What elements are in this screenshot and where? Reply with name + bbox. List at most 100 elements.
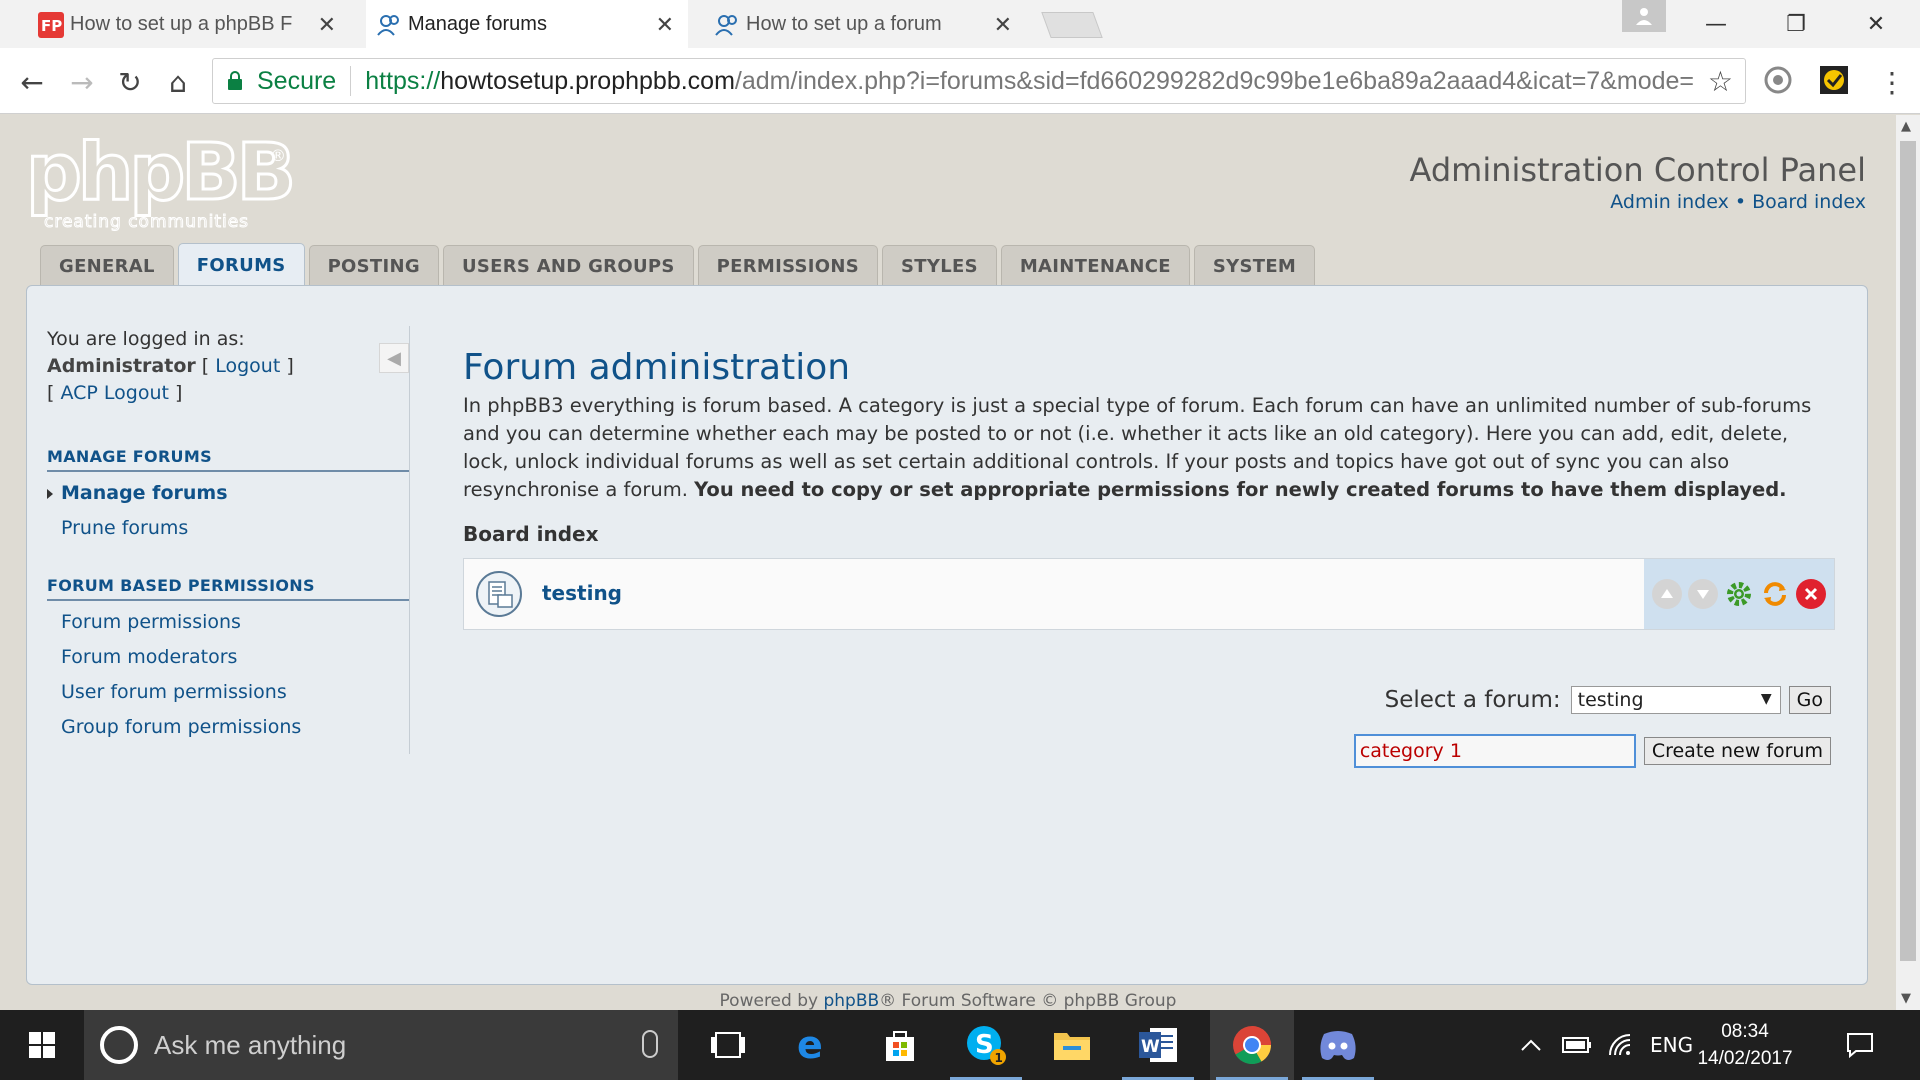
scrollbar-thumb[interactable]	[1900, 141, 1916, 961]
tab-title: Manage forums	[408, 12, 547, 35]
clock-date: 14/02/2017	[1697, 1048, 1793, 1069]
collapse-sidebar-icon[interactable]: ◀	[379, 343, 409, 373]
tab-users-and-groups[interactable]: USERS AND GROUPS	[442, 245, 694, 287]
breadcrumb: Board index	[463, 522, 599, 546]
tab-manage-forums[interactable]: Manage forums ✕	[366, 0, 688, 48]
move-up-icon[interactable]	[1652, 579, 1682, 609]
close-window-icon[interactable]: ✕	[1836, 0, 1916, 48]
url-text[interactable]: https://howtosetup.prophpbb.com/adm/inde…	[365, 67, 1695, 96]
omnibox-divider	[350, 66, 352, 96]
language-indicator[interactable]: ENG	[1650, 1010, 1693, 1080]
bookmark-star-icon[interactable]: ☆	[1708, 65, 1733, 98]
forward-arrow-icon[interactable]: →	[64, 64, 100, 100]
skype-icon[interactable]: S1	[944, 1010, 1028, 1080]
show-hidden-icons-chevron[interactable]	[1520, 1010, 1542, 1080]
sidebar-item-forum-permissions[interactable]: Forum permissions	[47, 605, 409, 640]
file-explorer-icon[interactable]	[1030, 1010, 1114, 1080]
sidebar-item-prune-forums[interactable]: Prune forums	[47, 511, 409, 546]
create-new-forum-button[interactable]: Create new forum	[1643, 737, 1831, 765]
wifi-icon[interactable]	[1608, 1010, 1636, 1080]
windows-start-icon[interactable]	[0, 1010, 84, 1080]
acp-sidebar: You are logged in as: Administrator [ Lo…	[47, 326, 409, 745]
cortana-search-box[interactable]: Ask me anything	[84, 1010, 678, 1080]
minimize-icon[interactable]: —	[1676, 0, 1756, 48]
back-arrow-icon[interactable]: ←	[14, 64, 50, 100]
acp-header-links: Admin index • Board index	[1610, 191, 1866, 213]
sidebar-item-group-forum-permissions[interactable]: Group forum permissions	[47, 710, 409, 745]
admin-index-link[interactable]: Admin index	[1610, 191, 1729, 213]
vertical-scrollbar[interactable]: ▲ ▼	[1896, 115, 1920, 1010]
move-down-icon[interactable]	[1688, 579, 1718, 609]
norton-extension-icon[interactable]	[1818, 64, 1850, 96]
tab-styles[interactable]: STYLES	[882, 245, 997, 287]
word-icon[interactable]: W	[1116, 1010, 1200, 1080]
sidebar-item-label: Manage forums	[61, 482, 228, 504]
acp-main-panel: You are logged in as: Administrator [ Lo…	[26, 285, 1868, 985]
tab-posting[interactable]: POSTING	[308, 245, 439, 287]
active-bullet-icon	[47, 489, 53, 499]
select-forum-label: Select a forum:	[1384, 687, 1561, 713]
sidebar-item-user-forum-permissions[interactable]: User forum permissions	[47, 675, 409, 710]
discord-icon[interactable]	[1296, 1010, 1380, 1080]
page-title: Forum administration	[463, 347, 851, 388]
scroll-up-icon[interactable]: ▲	[1901, 119, 1911, 134]
tab-system[interactable]: SYSTEM	[1193, 245, 1316, 287]
intro-paragraph: In phpBB3 everything is forum based. A c…	[463, 392, 1823, 504]
forum-name-link[interactable]: testing	[542, 581, 622, 605]
edge-browser-icon[interactable]: e	[772, 1010, 856, 1080]
secure-indicator[interactable]: Secure	[213, 67, 336, 96]
acp-nav-tabs: GENERAL FORUMS POSTING USERS AND GROUPS …	[40, 243, 1316, 287]
tab-forums[interactable]: FORUMS	[177, 243, 305, 287]
new-tab-button[interactable]	[1041, 12, 1103, 38]
go-button[interactable]: Go	[1788, 686, 1831, 714]
phpbb-logo[interactable]: phpBB ® creating communities	[24, 133, 295, 243]
page-footer: Powered by phpBB® Forum Software © phpBB…	[0, 991, 1896, 1010]
microphone-icon[interactable]	[642, 1030, 658, 1058]
chrome-icon[interactable]	[1210, 1010, 1294, 1080]
close-tab-icon[interactable]: ✕	[656, 12, 674, 38]
acp-logout-link[interactable]: ACP Logout	[60, 382, 168, 404]
settings-gear-icon[interactable]	[1724, 579, 1754, 609]
extension-icon[interactable]	[1762, 64, 1794, 96]
menu-kebab-icon[interactable]: ⋮	[1874, 64, 1910, 100]
task-view-icon[interactable]	[686, 1010, 770, 1080]
forum-select[interactable]: testing ▼	[1570, 686, 1781, 714]
menu-heading-manage-forums: MANAGE FORUMS	[47, 447, 409, 472]
sidebar-item-forum-moderators[interactable]: Forum moderators	[47, 640, 409, 675]
svg-text:phpBB: phpBB	[26, 133, 292, 218]
home-icon[interactable]: ⌂	[160, 64, 196, 100]
sidebar-item-manage-forums[interactable]: Manage forums	[47, 476, 409, 511]
close-tab-icon[interactable]: ✕	[318, 12, 336, 38]
taskbar-clock[interactable]: 08:34 14/02/2017	[1690, 1018, 1800, 1072]
delete-icon[interactable]	[1796, 579, 1826, 609]
scroll-down-icon[interactable]: ▼	[1901, 991, 1911, 1006]
board-index-link[interactable]: Board index	[1752, 191, 1866, 213]
new-forum-name-input[interactable]: category 1	[1353, 734, 1636, 768]
tab-title: How to set up a phpBB F	[70, 12, 293, 35]
restore-icon[interactable]: ❐	[1756, 0, 1836, 48]
tab-setup-forum[interactable]: How to set up a forum ✕	[704, 0, 1026, 48]
reload-icon[interactable]: ↻	[112, 64, 148, 100]
cortana-icon	[100, 1026, 138, 1064]
search-placeholder: Ask me anything	[154, 1029, 347, 1060]
svg-text:e: e	[797, 1026, 823, 1064]
tab-maintenance[interactable]: MAINTENANCE	[1000, 245, 1190, 287]
logged-in-label: You are logged in as:	[47, 328, 245, 350]
acp-title: Administration Control Panel	[1409, 151, 1867, 189]
profile-icon[interactable]	[1622, 0, 1666, 32]
select-forum-row: Select a forum: testing ▼ Go	[1385, 686, 1831, 714]
address-bar[interactable]: Secure https://howtosetup.prophpbb.com/a…	[212, 58, 1746, 104]
logout-link[interactable]: Logout	[215, 355, 280, 377]
resync-icon[interactable]	[1760, 579, 1790, 609]
action-center-icon[interactable]	[1846, 1010, 1874, 1080]
close-tab-icon[interactable]: ✕	[994, 12, 1012, 38]
battery-icon[interactable]	[1562, 1010, 1592, 1080]
svg-text:W: W	[1141, 1037, 1160, 1057]
tab-phpbb-guide[interactable]: FP How to set up a phpBB F ✕	[28, 0, 350, 48]
create-forum-row: category 1 Create new forum	[1353, 734, 1831, 768]
phpbb-footer-link[interactable]: phpBB	[823, 991, 879, 1010]
tab-general[interactable]: GENERAL	[40, 245, 174, 287]
store-icon[interactable]	[858, 1010, 942, 1080]
tab-permissions[interactable]: PERMISSIONS	[697, 245, 879, 287]
username: Administrator	[47, 355, 196, 377]
